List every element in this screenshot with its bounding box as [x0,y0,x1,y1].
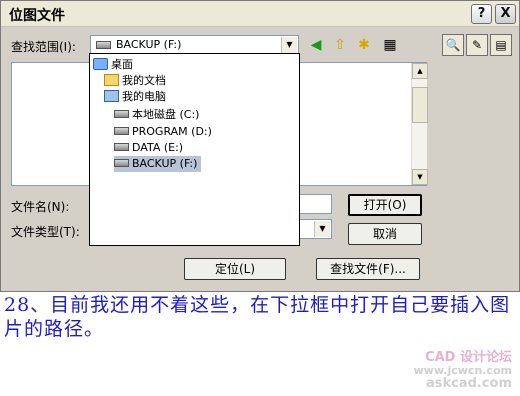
dropdown-item-label: 我的文档 [122,74,166,87]
open-button[interactable]: 打开(O) [348,194,422,216]
new-folder-icon[interactable]: ✱ [354,35,374,55]
view-menu-icon[interactable]: ▦ [378,35,402,55]
dropdown-item-drive-d[interactable]: PROGRAM (D:) [114,124,212,140]
chevron-down-icon[interactable]: ▼ [314,221,330,237]
dropdown-item-my-documents[interactable]: 我的文档 [104,73,166,89]
drive-icon [114,127,129,135]
find-file-button[interactable]: 查找文件(F)... [316,258,420,280]
back-icon[interactable]: ◀ [306,35,326,55]
desktop-icon [93,58,108,70]
my-computer-icon [104,90,119,102]
dropdown-item-drive-f[interactable]: BACKUP (F:) [114,156,202,172]
dropdown-item-drive-c[interactable]: 本地磁盘 (C:) [114,107,199,123]
watermark-line-3: askcad.com [425,376,512,391]
dropdown-item-label: 我的电脑 [122,90,166,103]
lookin-value: BACKUP (F:) [116,38,182,51]
lookin-dropdown-list[interactable]: 桌面 我的文档 我的电脑 本地磁盘 (C:) PROGRAM (D:) DATA… [89,53,300,246]
dropdown-item-label: PROGRAM (D:) [132,125,212,138]
image-option-icon[interactable]: ✎ [466,34,488,56]
watermark-line-1: CAD 设计论坛 [425,350,512,365]
dialog-title: 位图文件 [9,8,65,24]
lookin-combobox[interactable]: BACKUP (F:) ▼ [90,35,299,55]
my-documents-icon [104,74,119,86]
dropdown-item-drive-e[interactable]: DATA (E:) [114,140,183,156]
details-icon[interactable]: ▤ [490,34,512,56]
filename-label: 文件名(N): [11,200,70,214]
cancel-button[interactable]: 取消 [348,223,422,245]
watermark: CAD 设计论坛 www.jcwcn.com askcad.com [414,351,512,390]
chevron-down-icon[interactable]: ▼ [281,37,297,53]
tutorial-caption: 28、目前我还用不着这些，在下拉框中打开自己要插入图片的路径。 [4,294,511,340]
drive-icon [96,41,111,49]
preview-icon[interactable]: 🔍 [442,34,464,56]
lookin-label: 查找范围(I): [11,40,76,54]
dropdown-item-label: BACKUP (F:) [132,157,198,170]
filetype-label: 文件类型(T): [11,225,80,239]
help-button[interactable]: ? [471,4,492,24]
scroll-up-icon[interactable]: ▲ [412,63,428,79]
drive-icon [114,143,129,151]
title-bar: 位图文件 ? X [1,1,519,27]
scroll-down-icon[interactable]: ▼ [412,169,428,185]
drive-icon [114,110,129,118]
dropdown-item-label: DATA (E:) [132,141,184,154]
dropdown-item-my-computer[interactable]: 我的电脑 [104,89,166,105]
close-button[interactable]: X [495,4,516,24]
dropdown-item-label: 桌面 [111,58,133,71]
dropdown-item-desktop[interactable]: 桌面 [93,57,133,73]
locate-button[interactable]: 定位(L) [184,258,286,280]
scroll-thumb[interactable] [412,87,428,123]
scrollbar[interactable]: ▲ ▼ [411,63,428,185]
up-folder-icon[interactable]: ⇧ [330,35,350,55]
drive-icon [114,159,129,167]
dropdown-item-label: 本地磁盘 (C:) [132,108,200,121]
